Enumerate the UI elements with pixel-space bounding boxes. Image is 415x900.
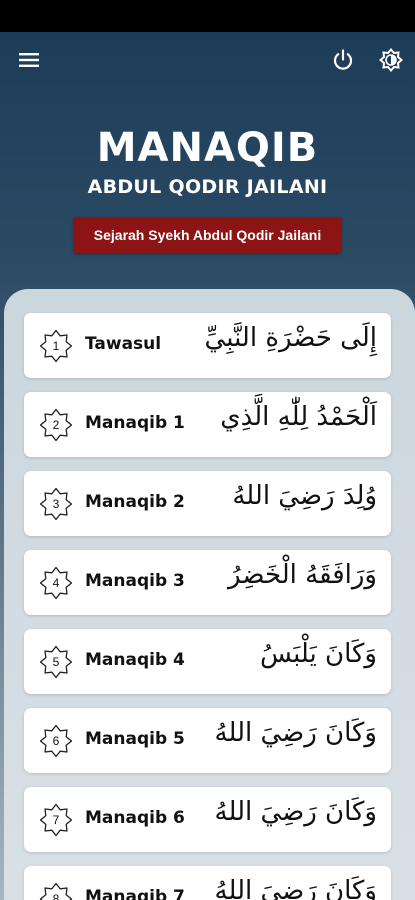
power-icon[interactable] — [327, 44, 359, 76]
status-bar — [0, 0, 415, 32]
list-item[interactable]: 6 Manaqib 5 وَكَانَ رَضِيَ اللهُ — [24, 708, 391, 773]
item-number: 8 — [52, 892, 60, 900]
item-number: 6 — [52, 734, 60, 748]
item-label: Manaqib 3 — [85, 571, 185, 591]
hamburger-menu-icon[interactable] — [13, 44, 45, 76]
number-badge-icon: 5 — [39, 645, 73, 679]
number-badge-icon: 7 — [39, 803, 73, 837]
item-label: Manaqib 5 — [85, 729, 185, 749]
item-arabic-text: وَكَانَ رَضِيَ اللهُ — [214, 876, 377, 900]
item-number: 2 — [52, 418, 60, 432]
list-item[interactable]: 7 Manaqib 6 وَكَانَ رَضِيَ اللهُ — [24, 787, 391, 852]
list-item[interactable]: 4 Manaqib 3 وَرَافَقَهُ الْخَضِرُ — [24, 550, 391, 615]
item-arabic-text: اَلْحَمْدُ لِلّٰهِ الَّذِي — [220, 402, 377, 432]
item-label: Manaqib 7 — [85, 887, 185, 900]
item-label: Manaqib 1 — [85, 413, 185, 433]
list-item[interactable]: 3 Manaqib 2 وُلِدَ رَضِيَ اللهُ — [24, 471, 391, 536]
app-bar — [0, 32, 415, 88]
number-badge-icon: 6 — [39, 724, 73, 758]
list-item[interactable]: 8 Manaqib 7 وَكَانَ رَضِيَ اللهُ — [24, 866, 391, 900]
list-item[interactable]: 1 Tawasul إِلَى حَضْرَةِ النَّبِيِّ — [24, 313, 391, 378]
page-subtitle: ABDUL QODIR JAILANI — [87, 176, 328, 198]
item-arabic-text: إِلَى حَضْرَةِ النَّبِيِّ — [204, 323, 377, 353]
item-arabic-text: وَكَانَ رَضِيَ اللهُ — [214, 718, 377, 748]
number-badge-icon: 2 — [39, 408, 73, 442]
item-label: Manaqib 6 — [85, 808, 185, 828]
item-number: 3 — [52, 497, 60, 511]
item-label: Manaqib 4 — [85, 650, 185, 670]
item-number: 4 — [52, 576, 60, 590]
item-arabic-text: وَكَانَ رَضِيَ اللهُ — [214, 797, 377, 827]
item-label: Tawasul — [85, 334, 162, 354]
number-badge-icon: 1 — [39, 329, 73, 363]
item-number: 1 — [52, 339, 60, 353]
list-item[interactable]: 2 Manaqib 1 اَلْحَمْدُ لِلّٰهِ الَّذِي — [24, 392, 391, 457]
item-number: 7 — [52, 813, 60, 827]
item-label: Manaqib 2 — [85, 492, 185, 512]
page-title: MANAQIB — [96, 125, 319, 171]
list-item[interactable]: 5 Manaqib 4 وَكَانَ يَلْبَسُ — [24, 629, 391, 694]
number-badge-icon: 4 — [39, 566, 73, 600]
number-badge-icon: 3 — [39, 487, 73, 521]
history-button[interactable]: Sejarah Syekh Abdul Qodir Jailani — [74, 217, 341, 253]
item-arabic-text: وُلِدَ رَضِيَ اللهُ — [232, 481, 377, 511]
number-badge-icon: 8 — [39, 882, 73, 900]
item-arabic-text: وَرَافَقَهُ الْخَضِرُ — [228, 560, 377, 590]
brightness-settings-icon[interactable] — [375, 44, 407, 76]
item-number: 5 — [52, 655, 60, 669]
item-arabic-text: وَكَانَ يَلْبَسُ — [259, 639, 377, 669]
